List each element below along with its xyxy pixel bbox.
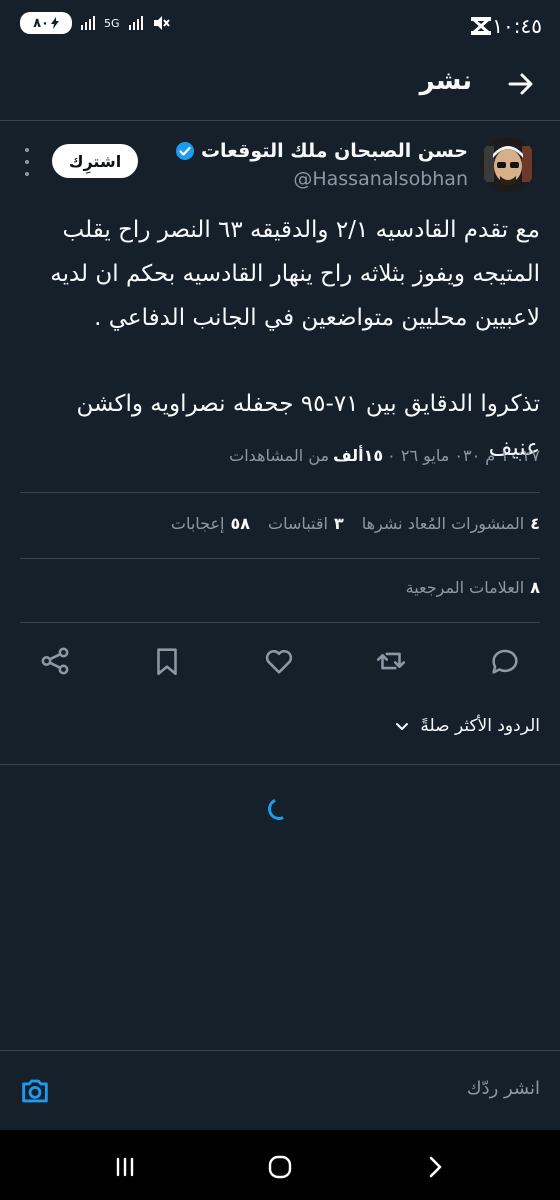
bookmarks-divider [20, 622, 540, 623]
views-label: من المشاهدات [229, 446, 330, 465]
reply-input[interactable]: انشر ردّك [467, 1078, 540, 1099]
tweet-line-1: مع تقدم القادسيه ٢/١ والدقيقه ٦٣ النصر ر… [62, 217, 540, 243]
charging-icon [50, 17, 59, 29]
status-icons: ٨٠ 5G [20, 12, 170, 34]
reply-composer: انشر ردّك [0, 1052, 560, 1132]
chevron-down-icon [396, 723, 409, 730]
reposts-count: ٤ [530, 514, 540, 533]
bookmarks-count: ٨ [530, 578, 540, 597]
reposts-label: المنشورات المُعاد نشرها [361, 514, 525, 533]
page-title: نشر [419, 66, 472, 96]
subscribe-button[interactable]: اشترِك [52, 144, 138, 178]
header-divider [0, 120, 560, 121]
repost-icon[interactable] [374, 644, 408, 678]
status-bar: ٨٠ 5G ١٠:٤٥ [0, 0, 560, 52]
signal-icon [81, 16, 95, 30]
tweet-stats: ٤ المنشورات المُعاد نشرها ٣ اقتباسات ٥٨ إعج… [171, 514, 540, 533]
tweet-line-3: لاعبيين محليين متواضعين في الجانب الدفاع… [94, 305, 540, 331]
clock: ١٠:٤٥ [492, 14, 542, 38]
loading-spinner [264, 794, 294, 824]
quotes-stat[interactable]: ٣ اقتباسات [268, 514, 344, 533]
bookmarks-label: العلامات المرجعية [405, 578, 525, 597]
author-handle[interactable]: @Hassanalsobhan [293, 168, 468, 190]
mute-icon [153, 16, 170, 30]
tweet-timestamp[interactable]: ١٠:٢٧ م ٠٣٠ مايو ٢٦ ٠ [387, 446, 540, 465]
quotes-label: اقتباسات [268, 514, 328, 533]
top-bar: نشر [0, 52, 560, 118]
home-icon[interactable] [265, 1152, 295, 1182]
avatar[interactable] [480, 136, 536, 192]
network-type: 5G [104, 16, 120, 30]
back-arrow-icon[interactable] [502, 66, 538, 102]
likes-stat[interactable]: ٥٨ إعجابات [171, 514, 250, 533]
composer-divider [0, 1050, 560, 1051]
author-name-row[interactable]: حسن الصبحان ملك التوقعات [175, 140, 468, 162]
stats-divider [20, 558, 540, 559]
reply-icon[interactable] [488, 644, 522, 678]
system-nav-bar [0, 1130, 560, 1200]
replies-divider [0, 764, 560, 765]
replies-sort-toggle[interactable]: الردود الأكثر صلةً [394, 716, 540, 736]
like-icon[interactable] [262, 644, 296, 678]
capcut-icon [471, 16, 491, 36]
share-icon[interactable] [38, 644, 72, 678]
action-bar [0, 636, 560, 686]
battery-indicator: ٨٠ [20, 12, 72, 34]
author-name[interactable]: حسن الصبحان ملك التوقعات [201, 140, 468, 162]
quotes-count: ٣ [333, 514, 344, 533]
likes-count: ٥٨ [230, 514, 250, 533]
tweet-meta: ١٠:٢٧ م ٠٣٠ مايو ٢٦ ٠ ١٥ألف من المشاهدات [229, 446, 540, 465]
more-vert-icon[interactable] [22, 148, 32, 176]
reposts-stat[interactable]: ٤ المنشورات المُعاد نشرها [362, 514, 540, 533]
bookmarks-stat[interactable]: ٨ العلامات المرجعية [406, 578, 540, 597]
signal-icon-2 [128, 16, 143, 30]
likes-label: إعجابات [170, 514, 225, 533]
camera-icon[interactable] [18, 1074, 52, 1108]
tweet-body: مع تقدم القادسيه ٢/١ والدقيقه ٦٣ النصر ر… [20, 208, 540, 470]
views-count: ١٥ألف [333, 446, 384, 465]
tweet-line-2: المتيجه ويفوز بثلاثه راح ينهار القادسيه … [50, 261, 540, 287]
meta-divider [20, 492, 540, 493]
avatar-image [480, 136, 536, 192]
bookmark-icon[interactable] [150, 644, 184, 678]
battery-level: ٨٠ [33, 15, 49, 31]
nav-back-icon[interactable] [420, 1152, 450, 1182]
recent-apps-icon[interactable] [110, 1152, 140, 1182]
verified-badge-icon [175, 142, 194, 160]
replies-sort-label: الردود الأكثر صلةً [420, 716, 540, 736]
